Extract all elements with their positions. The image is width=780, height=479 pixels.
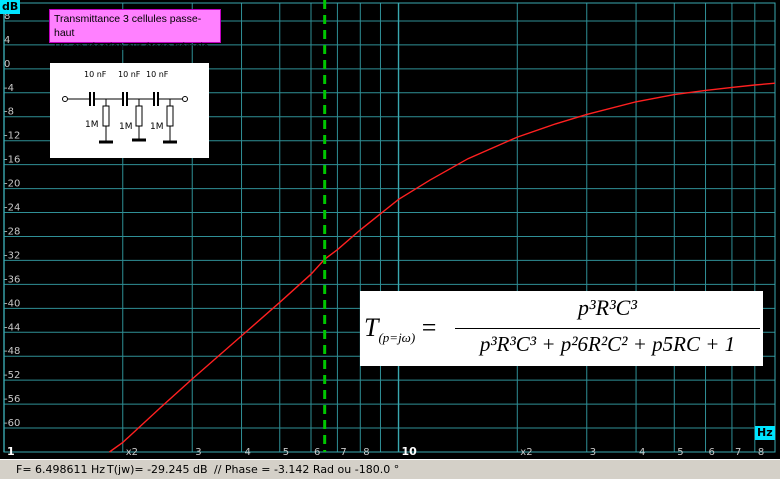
x-axis-unit: Hz (755, 426, 775, 440)
y-tick-label: -40 (4, 298, 20, 309)
formula-lhs-symbol: T (364, 313, 379, 342)
x-tick-label: 7 (735, 447, 741, 458)
x-tick-label: 3 (590, 447, 596, 458)
y-tick-label: 4 (4, 35, 10, 46)
status-frequency: F= 6.498611 Hz (16, 463, 106, 476)
y-tick-label: -56 (4, 394, 20, 405)
x-tick-label: 7 (340, 447, 346, 458)
x-tick-label: 4 (639, 447, 645, 458)
y-tick-label: -44 (4, 322, 20, 333)
y-tick-label: -28 (4, 226, 20, 237)
transfer-function-formula: T(p=jω) = p³R³C³ p³R³C³ + p²6R²C² + p5RC… (360, 291, 763, 366)
status-phase: // Phase = -3.142 Rad ou -180.0 ° (214, 463, 400, 476)
x-tick-label: 8 (363, 447, 369, 458)
formula-numerator: p³R³C³ (578, 295, 637, 320)
cap-label-2: 10 nF (118, 70, 141, 79)
x-tick-label: 3 (195, 447, 201, 458)
y-tick-label: -48 (4, 346, 20, 357)
chart-title: Transmittance 3 cellules passe-haut RC e… (49, 9, 221, 53)
chart-title-line-1: Transmittance 3 cellules passe-haut (54, 13, 202, 39)
x-tick-label: 5 (677, 447, 683, 458)
res-label-2: 1M (119, 122, 133, 132)
y-tick-label: -60 (4, 418, 20, 429)
y-axis-unit: dB (0, 0, 21, 14)
x-tick-label: 10 (402, 445, 418, 458)
cap-label-3: 10 nF (146, 70, 169, 79)
x-tick-label: 4 (245, 447, 251, 458)
y-tick-label: -4 (4, 83, 14, 94)
y-tick-label: -36 (4, 274, 20, 285)
y-tick-label: -12 (4, 131, 20, 142)
res-label-3: 1M (150, 122, 164, 132)
x-tick-label: 6 (709, 447, 715, 458)
res-label-1: 1M (85, 120, 99, 130)
y-tick-label: 0 (4, 59, 10, 70)
x-tick-label: 6 (314, 447, 320, 458)
x-tick-label: x2 (520, 447, 532, 458)
x-tick-label: 8 (758, 447, 764, 458)
x-tick-label: x2 (126, 447, 138, 458)
output-terminal (182, 96, 188, 102)
circuit-diagram: 10 nF 10 nF 10 nF 1M 1M 1M (62, 70, 188, 144)
formula-lhs: T(p=jω) = (364, 313, 436, 346)
y-tick-label: -52 (4, 370, 20, 381)
x-tick-label: 1 (7, 445, 15, 458)
status-gain: T(jw)= -29.245 dB (107, 463, 208, 476)
y-tick-label: -32 (4, 250, 20, 261)
formula-lhs-subscript: (p=jω) (378, 330, 416, 346)
formula-equals: = (415, 313, 437, 342)
status-bar: F= 6.498611 Hz T(jw)= -29.245 dB // Phas… (0, 459, 780, 479)
formula-denominator: p³R³C³ + p²6R²C² + p5RC + 1 (479, 332, 736, 356)
y-tick-label: -16 (4, 155, 20, 166)
y-tick-label: -24 (4, 203, 20, 214)
y-tick-label: -20 (4, 179, 20, 190)
x-tick-label: 5 (283, 447, 289, 458)
cap-label-1: 10 nF (84, 70, 107, 79)
y-tick-label: -8 (4, 107, 14, 118)
formula-fraction-bar (455, 328, 760, 329)
circuit-schematic: 10 nF 10 nF 10 nF 1M 1M 1M (50, 63, 209, 158)
input-terminal (62, 96, 68, 102)
chart-title-line-2: RC en réaction sur étage trémolo (54, 41, 209, 53)
